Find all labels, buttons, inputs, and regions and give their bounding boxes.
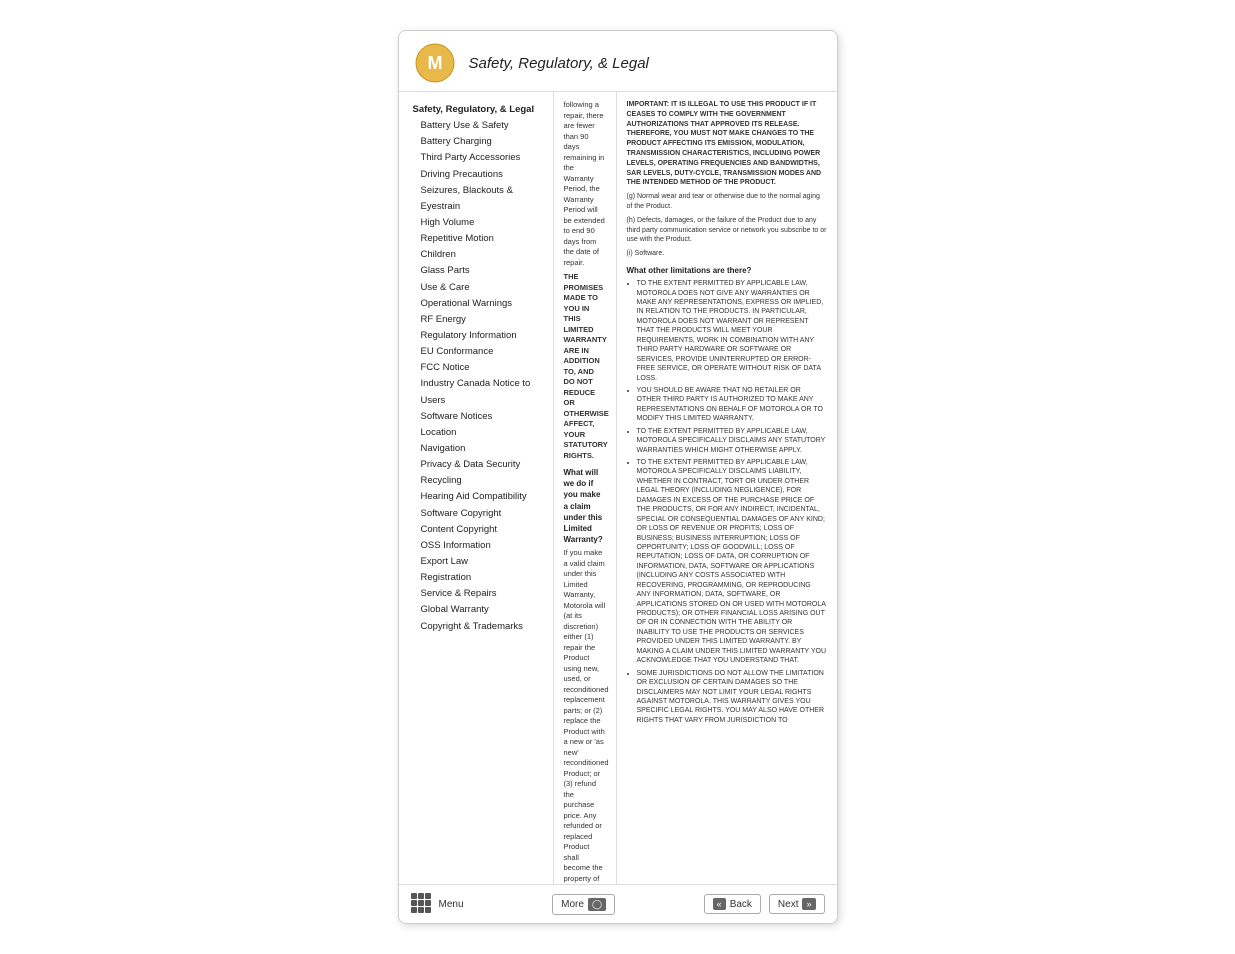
sidebar-item[interactable]: Industry Canada Notice to Users — [411, 376, 553, 408]
sidebar-item[interactable]: Navigation — [411, 441, 553, 457]
header: M Safety, Regulatory, & Legal — [399, 31, 837, 92]
sidebar-item[interactable]: Software Copyright — [411, 506, 553, 522]
sidebar-item[interactable]: Export Law — [411, 554, 553, 570]
list-item: (i) Software. — [627, 249, 827, 259]
motorola-logo: M — [415, 43, 455, 83]
list-item: TO THE EXTENT PERMITTED BY APPLICABLE LA… — [637, 458, 827, 666]
more-icon: ◯ — [588, 898, 606, 911]
back-button[interactable]: « Back — [704, 894, 761, 914]
back-icon: « — [713, 898, 726, 910]
sidebar-item[interactable]: Service & Repairs — [411, 586, 553, 602]
sidebar-item[interactable]: Location — [411, 425, 553, 441]
sidebar: Safety, Regulatory, & LegalBattery Use &… — [399, 92, 554, 884]
sidebar-item[interactable]: Use & Care — [411, 280, 553, 296]
content-area: Safety, Regulatory, & LegalBattery Use &… — [399, 92, 837, 884]
sidebar-item[interactable]: Privacy & Data Security — [411, 457, 553, 473]
sidebar-item[interactable]: Battery Use & Safety — [411, 118, 553, 134]
more-label: More — [561, 899, 584, 910]
list-item: SOME JURISDICTIONS DO NOT ALLOW THE LIMI… — [637, 669, 827, 726]
list-item: TO THE EXTENT PERMITTED BY APPLICABLE LA… — [637, 279, 827, 383]
list-item: TO THE EXTENT PERMITTED BY APPLICABLE LA… — [637, 427, 827, 455]
next-label: Next — [778, 899, 799, 910]
svg-text:M: M — [427, 53, 442, 73]
sidebar-item[interactable]: Repetitive Motion — [411, 231, 553, 247]
sidebar-item[interactable]: Children — [411, 247, 553, 263]
next-button[interactable]: Next » — [769, 894, 825, 914]
back-label: Back — [730, 899, 752, 910]
items-ghi: (g) Normal wear and tear or otherwise du… — [627, 192, 827, 259]
menu-button[interactable]: Menu — [411, 893, 464, 915]
more-button[interactable]: More ◯ — [552, 894, 615, 915]
sidebar-item[interactable]: Battery Charging — [411, 134, 553, 150]
sidebar-item[interactable]: Content Copyright — [411, 522, 553, 538]
menu-label: Menu — [439, 899, 464, 910]
page-title: Safety, Regulatory, & Legal — [469, 55, 649, 72]
sidebar-item[interactable]: Glass Parts — [411, 263, 553, 279]
list-item: YOU SHOULD BE AWARE THAT NO RETAILER OR … — [637, 386, 827, 424]
sidebar-item[interactable]: Operational Warnings — [411, 296, 553, 312]
sidebar-item[interactable]: Registration — [411, 570, 553, 586]
limitations-list: TO THE EXTENT PERMITTED BY APPLICABLE LA… — [627, 279, 827, 725]
right-column: IMPORTANT: IT IS ILLEGAL TO USE THIS PRO… — [617, 92, 837, 884]
sidebar-item[interactable]: Global Warranty — [411, 602, 553, 618]
sidebar-item[interactable]: Safety, Regulatory, & Legal — [411, 102, 553, 118]
sidebar-item[interactable]: FCC Notice — [411, 360, 553, 376]
sidebar-item[interactable]: High Volume — [411, 215, 553, 231]
section1-heading: What will we do if you make a claim unde… — [564, 467, 606, 545]
section1-body: If you make a valid claim under this Lim… — [564, 548, 606, 884]
next-icon: » — [802, 898, 815, 910]
sidebar-item[interactable]: Driving Precautions — [411, 167, 553, 183]
bottom-navigation: Menu More ◯ « Back Next » — [399, 884, 837, 923]
promise-text: THE PROMISES MADE TO YOU IN THIS LIMITED… — [564, 272, 606, 461]
intro-text: following a repair, there are fewer than… — [564, 100, 606, 268]
sidebar-item[interactable]: OSS Information — [411, 538, 553, 554]
grid-icon — [411, 893, 433, 915]
list-item: (h) Defects, damages, or the failure of … — [627, 216, 827, 245]
sidebar-item[interactable]: RF Energy — [411, 312, 553, 328]
sidebar-item[interactable]: Third Party Accessories — [411, 150, 553, 166]
sidebar-item[interactable]: Recycling — [411, 473, 553, 489]
sidebar-item[interactable]: Regulatory Information — [411, 328, 553, 344]
sidebar-item[interactable]: EU Conformance — [411, 344, 553, 360]
important-text: IMPORTANT: IT IS ILLEGAL TO USE THIS PRO… — [627, 100, 827, 188]
sidebar-item[interactable]: Software Notices — [411, 409, 553, 425]
list-item: (g) Normal wear and tear or otherwise du… — [627, 192, 827, 212]
section3-heading: What other limitations are there? — [627, 265, 827, 276]
sidebar-item[interactable]: Seizures, Blackouts & Eyestrain — [411, 183, 553, 215]
center-column: following a repair, there are fewer than… — [554, 92, 617, 884]
sidebar-item[interactable]: Hearing Aid Compatibility — [411, 489, 553, 505]
sidebar-item[interactable]: Copyright & Trademarks — [411, 619, 553, 635]
